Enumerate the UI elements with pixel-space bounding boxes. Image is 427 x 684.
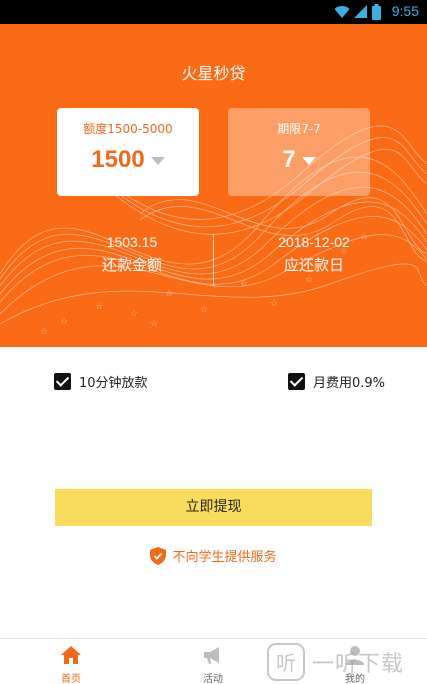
battery-icon xyxy=(372,4,381,20)
withdraw-button[interactable]: 立即提现 xyxy=(55,489,372,526)
repay-amount-value: 1503.15 xyxy=(106,234,158,250)
student-notice-text: 不向学生提供服务 xyxy=(172,550,277,565)
amount-value: 1500 xyxy=(91,146,145,173)
repay-amount-label: 还款金额 xyxy=(101,256,162,274)
clock: 9:55 xyxy=(391,3,419,19)
tab-activity-label: 活动 xyxy=(203,674,223,684)
svg-text:☆: ☆ xyxy=(40,327,48,337)
fast-loan-label: 10分钟放款 xyxy=(79,376,148,391)
fast-loan-option[interactable]: 10分钟放款 xyxy=(54,372,148,391)
monthly-fee-option[interactable]: 月费用0.9% xyxy=(288,372,385,391)
monthly-fee-label: 月费用0.9% xyxy=(313,376,386,391)
term-range-label: 期限7-7 xyxy=(277,122,321,136)
checkbox-checked[interactable] xyxy=(288,373,305,390)
signal-icon xyxy=(354,5,367,18)
svg-text:☆: ☆ xyxy=(305,275,313,285)
svg-text:☆: ☆ xyxy=(60,317,68,327)
due-date-stat: 2018-12-02 应还款日 xyxy=(254,234,374,275)
home-icon xyxy=(61,646,81,664)
svg-text:☆: ☆ xyxy=(270,299,278,309)
due-date-label: 应还款日 xyxy=(283,256,344,274)
svg-text:☆: ☆ xyxy=(240,279,248,289)
app-title: 火星秒贷 xyxy=(181,64,246,83)
checkbox-checked[interactable] xyxy=(54,373,71,390)
tab-activity[interactable]: 活动 xyxy=(183,645,243,684)
svg-text:☆: ☆ xyxy=(130,309,138,319)
wifi-icon xyxy=(334,6,350,18)
stat-divider xyxy=(213,234,214,286)
listen-logo-icon: 听 xyxy=(267,643,305,681)
shield-icon xyxy=(150,546,167,565)
repay-amount-stat: 1503.15 还款金额 xyxy=(72,234,192,275)
amount-selector[interactable]: 额度1500-5000 1500 xyxy=(57,108,199,196)
amount-range-label: 额度1500-5000 xyxy=(83,122,173,136)
hero-banner: ☆ ☆ ☆ ☆ ☆ ☆ ☆ ☆ ☆ ☆ ☆ ☆ 火星秒贷 额度1500-5000 1500 期限… xyxy=(0,24,427,347)
svg-text:☆: ☆ xyxy=(95,302,103,312)
term-value: 7 xyxy=(282,146,296,173)
term-selector[interactable]: 期限7-7 7 xyxy=(228,108,370,196)
watermark-logo: 听 一听下载 xyxy=(266,640,427,684)
watermark-text: 一听下载 xyxy=(312,652,405,677)
chevron-down-icon xyxy=(301,157,316,165)
chevron-down-icon xyxy=(150,157,165,165)
student-notice: 不向学生提供服务 xyxy=(0,546,427,565)
svg-text:☆: ☆ xyxy=(165,289,173,299)
svg-text:☆: ☆ xyxy=(200,305,208,315)
megaphone-icon xyxy=(204,647,219,664)
due-date-value: 2018-12-02 xyxy=(278,234,350,250)
tab-home[interactable]: 首页 xyxy=(41,645,101,684)
tab-home-label: 首页 xyxy=(61,674,81,684)
svg-text:☆: ☆ xyxy=(150,319,158,329)
svg-text:听: 听 xyxy=(276,651,296,675)
status-bar: 9:55 xyxy=(0,0,427,24)
